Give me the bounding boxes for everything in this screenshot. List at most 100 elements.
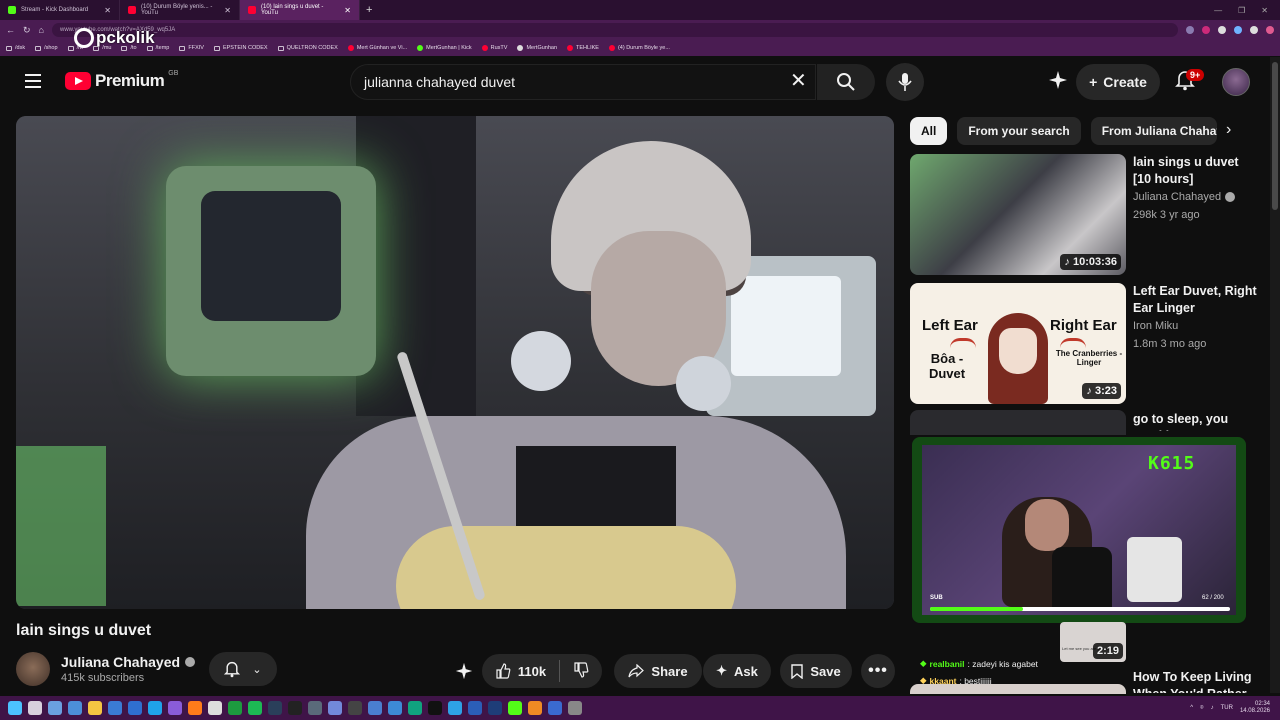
task-view-icon[interactable] [48,701,62,715]
related-video-title[interactable]: How To Keep Living When You'd Rather [1133,669,1258,693]
profile-icon[interactable] [1266,26,1274,34]
bookmark[interactable]: FFXIV [179,45,204,51]
reload-icon[interactable]: ↻ [23,25,31,36]
dislike-button[interactable] [573,661,589,681]
extension-icon[interactable] [1250,26,1258,34]
close-window-icon[interactable]: ✕ [1261,6,1268,15]
search-button[interactable] [817,64,875,100]
chevron-up-icon[interactable]: ^ [1190,705,1193,711]
url-field[interactable]: www.youtube.com/watch?v=AXd59_wq5JA [51,23,1178,37]
app-icon[interactable] [308,701,322,715]
video-thumbnail[interactable] [910,410,1126,435]
related-video-title[interactable]: lain sings u duvet [10 hours] [1133,154,1258,188]
video-thumbnail[interactable] [910,684,1126,694]
maximize-icon[interactable]: ❐ [1238,6,1245,15]
channel-name[interactable]: Juliana Chahayed [61,654,196,670]
related-video[interactable]: Left Ear Right Ear Bôa - Duvet The Cranb… [910,283,1260,404]
spotify-icon[interactable] [248,701,262,715]
bookmark[interactable]: MertGunhan [517,45,557,51]
premiere-icon[interactable] [468,701,482,715]
file-explorer-icon[interactable] [88,701,102,715]
close-icon[interactable]: ✕ [344,6,351,15]
chip-from-channel[interactable]: From Juliana Chahayed [1090,117,1217,145]
discord-icon[interactable] [328,701,342,715]
volume-icon[interactable]: ♪ [1211,705,1214,711]
obs-icon[interactable] [568,701,582,715]
app-icon[interactable] [348,701,362,715]
tab-youtube-durum[interactable]: (10) Durum Böyle yenis... - YouTu ✕ [120,0,240,20]
subscribed-button[interactable]: ⌄ [209,652,277,686]
bookmark[interactable]: (4) Durum Böyle ye... [608,45,670,51]
sparkle-icon[interactable] [1047,69,1069,91]
related-video-channel[interactable]: Juliana Chahayed [1133,191,1236,203]
ask-button[interactable]: ✦ Ask [703,654,771,688]
chip-all[interactable]: All [910,117,948,145]
bookmark[interactable]: /dsk [6,45,25,51]
bookmark[interactable]: Mert Günhan ve Vi... [347,45,407,51]
channel-avatar[interactable] [16,652,50,686]
voice-search-button[interactable] [886,63,924,101]
bookmark[interactable]: QUELTRON CODEX [277,45,338,51]
tab-youtube-lain[interactable]: (10) lain sings u duvet - YouTu ✕ [240,0,360,20]
app-icon[interactable] [428,701,442,715]
app-icon[interactable] [208,701,222,715]
bookmark[interactable]: EPSTEIN CODEX [213,45,268,51]
share-button[interactable]: Share [614,654,702,688]
chevron-right-icon[interactable]: › [1226,121,1231,139]
extension-icon[interactable] [1202,26,1210,34]
store-icon[interactable] [108,701,122,715]
menu-icon[interactable] [25,74,41,88]
account-avatar[interactable] [1222,68,1250,96]
network-icon[interactable]: ⌾ [1200,705,1204,712]
bookmark[interactable]: RusTV [481,45,507,51]
app-icon[interactable] [388,701,402,715]
bookmark[interactable]: MertGunhan | Kick [417,45,472,51]
search-input[interactable]: julianna chahayed duvet [350,64,816,100]
video-player[interactable] [16,116,894,609]
language-indicator[interactable]: TUR [1221,705,1233,711]
extension-icon[interactable] [1218,26,1226,34]
extension-icon[interactable] [1234,26,1242,34]
browser-icon[interactable] [168,701,182,715]
chatgpt-icon[interactable] [408,701,422,715]
app-icon[interactable] [528,701,542,715]
search-icon[interactable] [28,701,42,715]
kick-icon[interactable] [508,701,522,715]
scrollbar-thumb[interactable] [1272,62,1278,210]
save-button[interactable]: Save [780,654,852,688]
app-icon[interactable] [448,701,462,715]
like-button[interactable]: 110k [495,663,546,679]
xbox-icon[interactable] [228,701,242,715]
chip-from-your-search[interactable]: From your search [957,117,1081,145]
clock[interactable]: 02:34 14.08.2026 [1240,701,1270,715]
edge-icon[interactable] [148,701,162,715]
video-thumbnail[interactable]: ♪ 10:03:36 [910,154,1126,275]
clear-search-icon[interactable]: ✕ [790,71,807,91]
app-icon[interactable] [128,701,142,715]
home-icon[interactable]: ⌂ [39,25,44,35]
app-icon[interactable] [288,701,302,715]
sparkle-icon[interactable] [454,661,474,681]
app-icon[interactable] [188,701,202,715]
youtube-premium-logo[interactable]: Premium GB [65,70,178,91]
close-icon[interactable]: ✕ [104,6,111,15]
related-video-title[interactable]: go to sleep, you need it [1133,411,1258,431]
back-icon[interactable]: ← [6,25,15,35]
create-button[interactable]: + Create [1076,64,1160,100]
app-icon[interactable] [488,701,502,715]
app-icon[interactable] [368,701,382,715]
steam-icon[interactable] [268,701,282,715]
start-icon[interactable] [8,701,22,715]
tab-kick-dashboard[interactable]: Stream - Kick Dashboard ✕ [0,0,120,20]
video-thumbnail[interactable]: Left Ear Right Ear Bôa - Duvet The Cranb… [910,283,1126,404]
related-video-channel[interactable]: Iron Miku [1133,320,1178,332]
bookmark[interactable]: TEHLIKE [567,45,599,51]
more-actions-button[interactable]: ••• [861,654,895,688]
widgets-icon[interactable] [68,701,82,715]
minimize-icon[interactable]: — [1214,6,1222,15]
extension-icon[interactable] [1186,26,1194,34]
new-tab-button[interactable]: + [360,4,378,16]
bookmark[interactable]: /shop [35,45,58,51]
app-icon[interactable] [548,701,562,715]
close-icon[interactable]: ✕ [224,6,231,15]
